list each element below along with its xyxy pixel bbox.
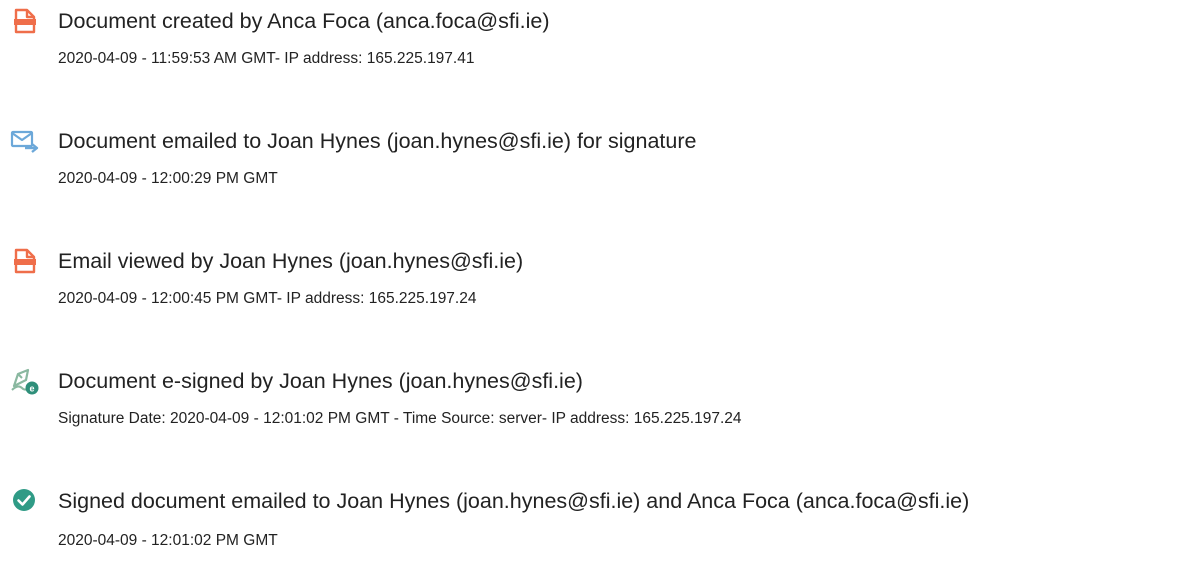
document-icon: [10, 6, 40, 36]
audit-event-esigned: e Document e-signed by Joan Hynes (joan.…: [0, 366, 1191, 466]
esign-pen-icon: e: [10, 366, 40, 396]
document-icon: [10, 246, 40, 276]
audit-event-emailed: Document emailed to Joan Hynes (joan.hyn…: [0, 126, 1191, 226]
event-timestamp: 2020-04-09 - 12:00:45 PM GMT- IP address…: [58, 290, 477, 307]
audit-history-list: Document created by Anca Foca (anca.foca…: [0, 0, 1191, 549]
event-title: Document created by Anca Foca (anca.foca…: [58, 9, 550, 33]
audit-event-viewed: Email viewed by Joan Hynes (joan.hynes@s…: [0, 246, 1191, 346]
svg-text:e: e: [29, 384, 34, 394]
audit-event-created: Document created by Anca Foca (anca.foca…: [0, 6, 1191, 106]
check-circle-icon: [10, 486, 40, 516]
event-timestamp: 2020-04-09 - 12:01:02 PM GMT: [58, 532, 278, 549]
event-timestamp: 2020-04-09 - 12:00:29 PM GMT: [58, 170, 278, 187]
event-title: Document e-signed by Joan Hynes (joan.hy…: [58, 369, 583, 393]
email-send-icon: [10, 126, 40, 156]
audit-event-completed: Signed document emailed to Joan Hynes (j…: [0, 486, 1191, 586]
event-timestamp: Signature Date: 2020-04-09 - 12:01:02 PM…: [58, 410, 742, 427]
event-timestamp: 2020-04-09 - 11:59:53 AM GMT- IP address…: [58, 50, 475, 67]
event-title: Document emailed to Joan Hynes (joan.hyn…: [58, 129, 697, 153]
event-title: Signed document emailed to Joan Hynes (j…: [58, 489, 970, 513]
event-title: Email viewed by Joan Hynes (joan.hynes@s…: [58, 249, 524, 273]
